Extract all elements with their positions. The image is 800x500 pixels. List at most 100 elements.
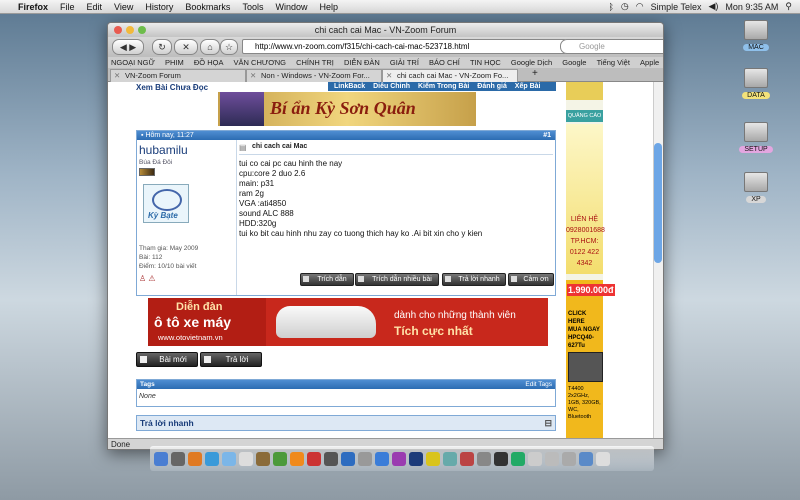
app-icon[interactable]	[426, 452, 440, 466]
bookmark-item[interactable]: ĐỒ HỌA	[194, 58, 224, 67]
new-tab-button[interactable]: +	[532, 68, 538, 79]
photoshop-icon[interactable]	[409, 452, 423, 466]
reply-button[interactable]: Trả lời	[200, 352, 262, 367]
app-icon[interactable]	[511, 452, 525, 466]
folder-icon[interactable]	[579, 452, 593, 466]
laptop-ad[interactable]: 1.990.000đ CLICK HERE MUA NGAY HPCQ40-62…	[566, 280, 615, 438]
document-icon[interactable]	[545, 452, 559, 466]
avatar[interactable]: Kỳ Bạte	[143, 184, 189, 223]
terminal-icon[interactable]	[494, 452, 508, 466]
post-number[interactable]: #1	[543, 131, 551, 140]
bookmark-item[interactable]: CHÍNH TRỊ	[296, 58, 334, 67]
back-forward-button[interactable]: ◀ ▶	[112, 39, 144, 55]
profile-icon[interactable]: ♙	[139, 274, 146, 283]
menu-bookmarks[interactable]: Bookmarks	[185, 2, 230, 12]
desktop-drive-xp[interactable]: XP	[736, 172, 776, 204]
new-thread-button[interactable]: Bài mới	[136, 352, 198, 367]
bookmark-item[interactable]: DIỄN ĐÀN	[344, 58, 380, 67]
bookmark-item[interactable]: Google Dịch	[511, 58, 552, 67]
preview-icon[interactable]	[375, 452, 389, 466]
menu-view[interactable]: View	[114, 2, 133, 12]
game-ad-banner[interactable]: Bí ẩn Kỳ Sơn Quân	[218, 92, 476, 126]
menu-clock[interactable]: Mon 9:35 AM	[725, 2, 778, 12]
linkback-link[interactable]: LinkBack	[334, 83, 365, 90]
contact-ad[interactable]: LIÊN HỆ 0928001688 TP.HCM: 0122 422 4342	[566, 124, 605, 274]
bookmark-item[interactable]: TIN HỌC	[470, 58, 501, 67]
dashboard-icon[interactable]	[171, 452, 185, 466]
window-titlebar[interactable]: chi cach cai Mac - VN-Zoom Forum	[108, 23, 663, 37]
desktop-drive-mac[interactable]: MAC	[736, 20, 776, 52]
bookmark-star-icon[interactable]: ☆	[220, 39, 238, 55]
tab-non-windows[interactable]: ✕ Non - Windows - VN-Zoom For...	[246, 69, 382, 82]
close-window-icon[interactable]	[114, 26, 122, 34]
input-source-menu[interactable]: Simple Telex	[651, 2, 702, 12]
minimize-window-icon[interactable]	[126, 26, 134, 34]
vlc-icon[interactable]	[290, 452, 304, 466]
rate-thread-link[interactable]: Đánh giá	[477, 83, 507, 90]
ichat-icon[interactable]	[222, 452, 236, 466]
app-icon[interactable]	[443, 452, 457, 466]
system-preferences-icon[interactable]	[477, 452, 491, 466]
scrollbar-thumb[interactable]	[654, 143, 662, 263]
tab-vnzoom-forum[interactable]: ✕ VN-Zoom Forum	[110, 69, 246, 82]
quick-reply-button[interactable]: Trả lời nhanh	[442, 273, 506, 286]
close-tab-icon[interactable]: ✕	[250, 70, 256, 82]
bookmark-item[interactable]: PHIM	[165, 58, 184, 67]
bluetooth-icon[interactable]: ᛒ	[608, 2, 613, 12]
edit-tags-link[interactable]: Edit Tags	[525, 380, 552, 389]
tab-chi-cach-cai-mac[interactable]: ✕ chi cach cai Mac - VN-Zoom Fo...	[382, 69, 518, 82]
bookmark-item[interactable]: BÁO CHÍ	[429, 58, 460, 67]
safari-icon[interactable]	[205, 452, 219, 466]
close-tab-icon[interactable]: ✕	[386, 70, 392, 82]
bookmark-item[interactable]: Google	[562, 58, 586, 67]
document-icon[interactable]	[528, 452, 542, 466]
firefox-icon[interactable]	[188, 452, 202, 466]
desktop-drive-data[interactable]: DATA	[736, 68, 776, 100]
downloads-stack-icon[interactable]	[562, 452, 576, 466]
volume-icon[interactable]: ◀)	[708, 1, 718, 12]
address-book-icon[interactable]	[256, 452, 270, 466]
zoom-window-icon[interactable]	[138, 26, 146, 34]
bookmark-item[interactable]: Apple	[640, 58, 659, 67]
quote-button[interactable]: Trích dẫn	[300, 273, 354, 286]
collapse-icon[interactable]: ⊟	[544, 416, 552, 430]
menu-edit[interactable]: Edit	[87, 2, 103, 12]
adjust-link[interactable]: Diễu Chỉnh	[373, 83, 410, 90]
reload-icon[interactable]: ↻	[152, 39, 172, 55]
calendar-icon[interactable]	[239, 452, 253, 466]
thanks-button[interactable]: Cảm ơn	[508, 273, 554, 286]
unread-posts-link[interactable]: Xem Bài Chưa Đọc	[136, 83, 208, 92]
spaces-icon[interactable]	[324, 452, 338, 466]
bookmark-item[interactable]: Tiếng Việt	[597, 58, 630, 67]
menu-window[interactable]: Window	[275, 2, 307, 12]
multi-quote-button[interactable]: Trích dẫn nhiều bài	[355, 273, 439, 286]
photo-icon[interactable]	[307, 452, 321, 466]
stop-icon[interactable]: ✕	[174, 39, 198, 55]
desktop-drive-setup[interactable]: SETUP	[736, 122, 776, 154]
wifi-icon[interactable]: ◠	[636, 1, 644, 12]
itunes-icon[interactable]	[273, 452, 287, 466]
media-icon[interactable]	[392, 452, 406, 466]
app-icon[interactable]	[341, 452, 355, 466]
utility-icon[interactable]	[358, 452, 372, 466]
menu-history[interactable]: History	[145, 2, 173, 12]
report-warning-icon[interactable]: ⚠	[148, 274, 155, 283]
bookmark-item[interactable]: GIẢI TRÍ	[390, 58, 419, 67]
oto-ad-banner[interactable]: Diễn đàn ô tô xe máy www.otovietnam.vn d…	[148, 298, 548, 346]
url-bar[interactable]: http://www.vn-zoom.com/f315/chi-cach-cai…	[242, 39, 566, 54]
display-mode-link[interactable]: Xếp Bài	[515, 83, 541, 90]
spotlight-icon[interactable]: ⚲	[785, 1, 792, 12]
home-icon[interactable]: ⌂	[200, 39, 220, 55]
search-input[interactable]: Google	[560, 39, 663, 54]
search-thread-link[interactable]: Kiếm Trong Bài	[418, 83, 469, 90]
username-link[interactable]: hubamilu	[139, 143, 188, 157]
top-ad[interactable]	[566, 82, 603, 100]
trash-icon[interactable]	[596, 452, 610, 466]
app-icon[interactable]	[460, 452, 474, 466]
timemachine-icon[interactable]: ◷	[621, 1, 629, 12]
bookmark-item[interactable]: NGOẠI NGỮ	[111, 58, 155, 67]
menu-tools[interactable]: Tools	[242, 2, 263, 12]
finder-icon[interactable]	[154, 452, 168, 466]
bookmark-item[interactable]: VĂN CHƯƠNG	[234, 58, 286, 67]
menu-help[interactable]: Help	[319, 2, 338, 12]
